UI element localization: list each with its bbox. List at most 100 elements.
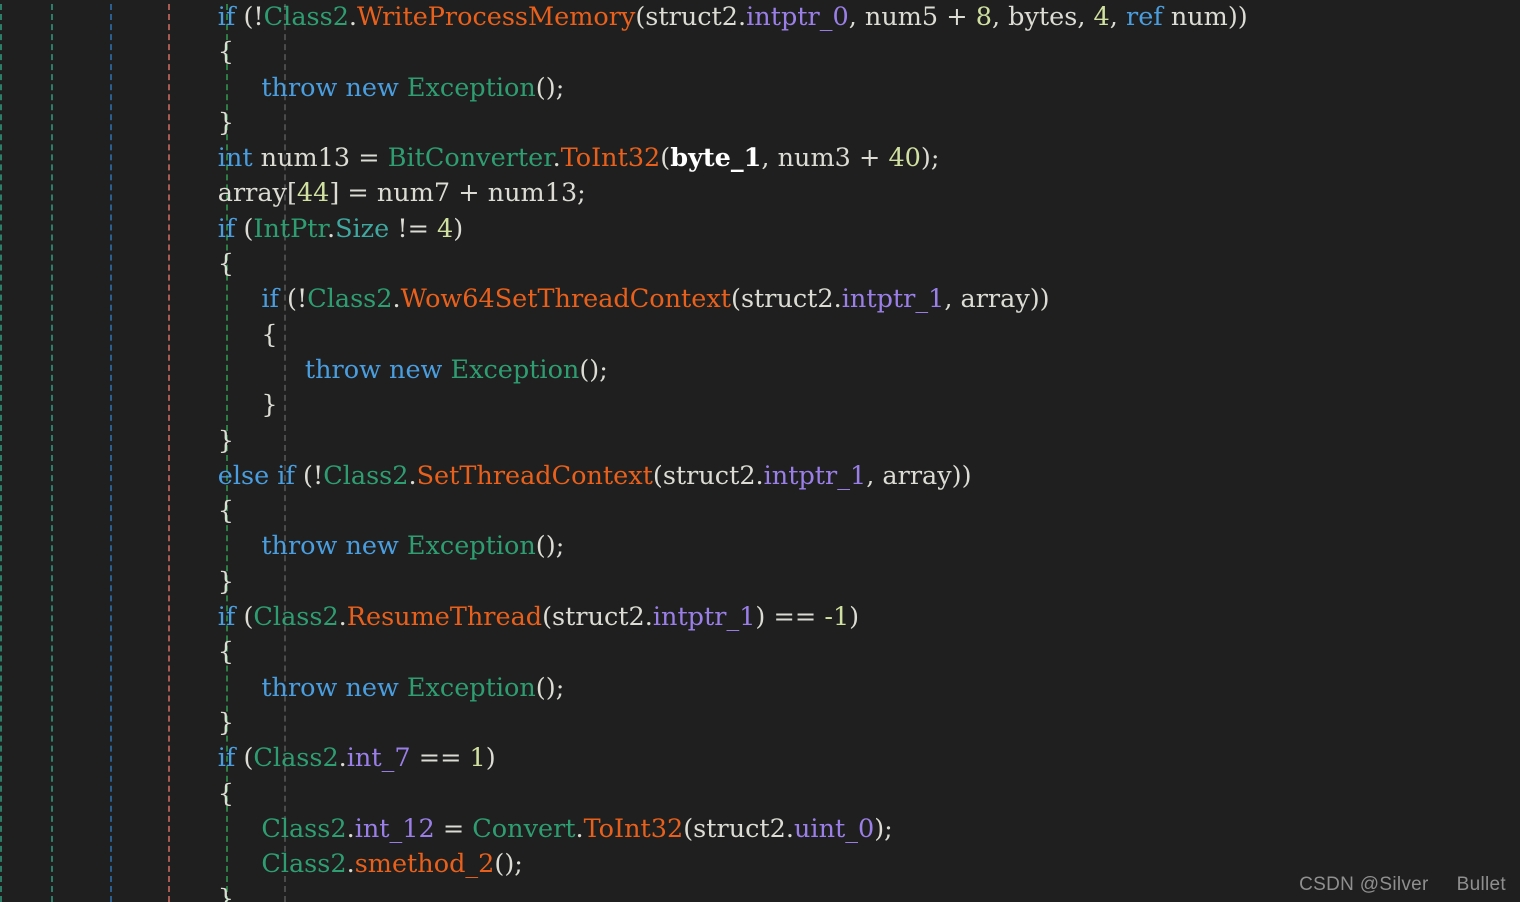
code-line[interactable]: throw new Exception(); — [0, 671, 1520, 706]
code-token: 44 — [296, 178, 330, 209]
code-line[interactable]: Class2.smethod_2(); — [0, 847, 1520, 882]
code-token: == — [410, 743, 470, 774]
code-token: throw — [261, 72, 338, 103]
code-token: IntPtr — [253, 213, 327, 244]
code-line[interactable]: { — [0, 494, 1520, 529]
code-line[interactable]: throw new Exception(); — [0, 71, 1520, 106]
code-token: (struct2. — [683, 813, 794, 844]
code-token: num)) — [1162, 2, 1248, 32]
code-token: (); — [535, 531, 565, 562]
watermark-author: CSDN @Silver — [1299, 874, 1429, 895]
code-token: . — [346, 849, 355, 880]
code-token: , array)) — [866, 460, 972, 491]
code-token: Class2 — [261, 813, 347, 844]
code-token: . — [552, 143, 561, 174]
code-token: Exception — [406, 531, 536, 562]
code-line[interactable]: else if (!Class2.SetThreadContext(struct… — [0, 459, 1520, 494]
code-token: 8 — [975, 2, 992, 32]
code-token: , array)) — [944, 284, 1050, 315]
code-token: (struct2. — [731, 284, 842, 315]
code-token: { — [217, 637, 234, 668]
code-token: . — [346, 813, 355, 844]
code-line[interactable]: } — [0, 882, 1520, 902]
code-token: . — [348, 2, 358, 32]
code-line[interactable]: { — [0, 777, 1520, 812]
code-line[interactable]: if (Class2.int_7 == 1) — [0, 741, 1520, 776]
code-viewport[interactable]: if (!Class2.WriteProcessMemory(struct2.i… — [0, 0, 1520, 902]
code-token: ] = num7 + num13; — [329, 178, 586, 209]
code-line[interactable]: } — [0, 565, 1520, 600]
code-line[interactable]: if (!Class2.WriteProcessMemory(struct2.i… — [0, 0, 1520, 35]
code-token: = — [434, 813, 473, 844]
code-token: { — [217, 249, 234, 280]
watermark: CSDN @Silver Bullet — [1299, 874, 1506, 896]
code-line[interactable]: } — [0, 388, 1520, 423]
code-token: , num5 + — [848, 2, 976, 32]
code-line[interactable]: int num13 = BitConverter.ToInt32(byte_1,… — [0, 141, 1520, 176]
code-token: ( — [235, 213, 254, 244]
code-token: ) — [453, 213, 464, 244]
code-line[interactable]: { — [0, 247, 1520, 282]
code-token: (struct2. — [542, 602, 653, 633]
code-token: (struct2. — [635, 2, 747, 32]
code-token: intptr_1 — [763, 460, 867, 491]
code-token: Exception — [406, 72, 536, 103]
code-line[interactable]: } — [0, 706, 1520, 741]
code-token: else — [217, 460, 270, 491]
code-token: new — [389, 354, 443, 385]
code-token: . — [408, 460, 417, 491]
code-token: } — [217, 107, 234, 138]
code-token: intptr_1 — [652, 602, 756, 633]
code-line[interactable]: throw new Exception(); — [0, 353, 1520, 388]
code-token: } — [217, 884, 234, 902]
code-token: if — [217, 2, 236, 32]
code-line[interactable]: if (!Class2.Wow64SetThreadContext(struct… — [0, 282, 1520, 317]
code-token: intptr_0 — [746, 2, 849, 32]
code-token: . — [338, 602, 347, 633]
code-token: , num3 + — [761, 143, 889, 174]
code-line[interactable]: { — [0, 318, 1520, 353]
code-token: (struct2. — [652, 460, 764, 491]
code-token: num13 = — [252, 143, 388, 174]
code-token: { — [217, 778, 234, 809]
code-token: Convert — [472, 813, 576, 844]
code-token: Class2 — [253, 602, 339, 633]
code-token: 1 — [469, 743, 486, 774]
code-token: ); — [874, 813, 893, 844]
code-token: Class2 — [307, 284, 393, 315]
code-token: . — [392, 284, 401, 315]
code-token: new — [345, 531, 399, 562]
code-token: ( — [235, 602, 254, 633]
code-token: throw — [304, 354, 381, 385]
code-token: Exception — [450, 354, 580, 385]
code-token: Class2 — [253, 743, 339, 774]
code-token: smethod_2 — [354, 849, 495, 880]
code-token: intptr_1 — [841, 284, 945, 315]
code-line[interactable]: { — [0, 35, 1520, 70]
code-line[interactable]: if (Class2.ResumeThread(struct2.intptr_1… — [0, 600, 1520, 635]
code-line[interactable]: if (IntPtr.Size != 4) — [0, 212, 1520, 247]
code-token: new — [345, 672, 399, 703]
code-token: { — [217, 496, 234, 527]
code-token: BitConverter — [387, 143, 553, 174]
code-token: (); — [579, 354, 608, 385]
code-line[interactable]: } — [0, 106, 1520, 141]
code-token: array[ — [217, 178, 297, 209]
code-line[interactable]: { — [0, 635, 1520, 670]
code-line[interactable]: throw new Exception(); — [0, 529, 1520, 564]
code-token: } — [261, 390, 278, 421]
code-line[interactable]: Class2.int_12 = Convert.ToInt32(struct2.… — [0, 812, 1520, 847]
code-token: ) — [849, 602, 860, 633]
code-token: (! — [278, 284, 308, 315]
code-token: (! — [294, 460, 324, 491]
code-token: ( — [235, 743, 254, 774]
code-token: 40 — [888, 143, 921, 174]
code-token: . — [326, 213, 336, 244]
code-line[interactable]: } — [0, 424, 1520, 459]
code-token: uint_0 — [793, 813, 875, 844]
code-token: int_12 — [354, 813, 435, 844]
code-token: if — [217, 743, 236, 774]
code-line[interactable]: array[44] = num7 + num13; — [0, 176, 1520, 211]
